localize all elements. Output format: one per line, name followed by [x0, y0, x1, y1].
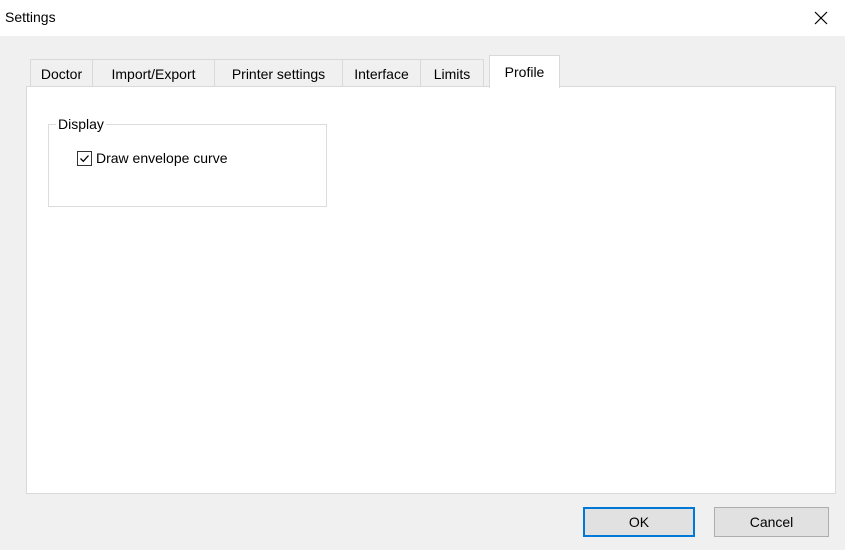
tab-limits[interactable]: Limits [420, 59, 484, 87]
settings-dialog: Settings Doctor Import/Export Printer se… [0, 0, 845, 550]
tab-label: Limits [433, 65, 471, 82]
display-group-legend: Display [56, 116, 106, 132]
tab-label: Printer settings [231, 65, 326, 82]
window-title: Settings [5, 9, 56, 25]
profile-tab-panel: Display Draw envelope curve [26, 86, 836, 494]
tab-profile[interactable]: Profile [489, 55, 560, 88]
tab-import-export[interactable]: Import/Export [92, 59, 215, 87]
tab-printer-settings[interactable]: Printer settings [214, 59, 343, 87]
title-bar: Settings [0, 0, 845, 36]
tab-doctor[interactable]: Doctor [30, 59, 93, 87]
cancel-button-label: Cancel [749, 514, 794, 530]
checkbox-check-icon[interactable] [77, 150, 92, 166]
tab-label: Import/Export [111, 65, 196, 82]
display-groupbox: Display Draw envelope curve [48, 116, 327, 207]
close-icon [814, 11, 828, 28]
ok-button[interactable]: OK [583, 507, 695, 537]
close-button[interactable] [806, 6, 836, 32]
tab-label: Doctor [40, 65, 83, 82]
tab-label: Profile [504, 64, 545, 80]
tab-interface[interactable]: Interface [342, 59, 421, 87]
ok-button-label: OK [628, 514, 650, 530]
draw-envelope-curve-checkbox[interactable]: Draw envelope curve [77, 150, 228, 166]
tab-label: Interface [354, 65, 409, 82]
draw-envelope-curve-label: Draw envelope curve [96, 150, 228, 166]
cancel-button[interactable]: Cancel [714, 507, 829, 537]
